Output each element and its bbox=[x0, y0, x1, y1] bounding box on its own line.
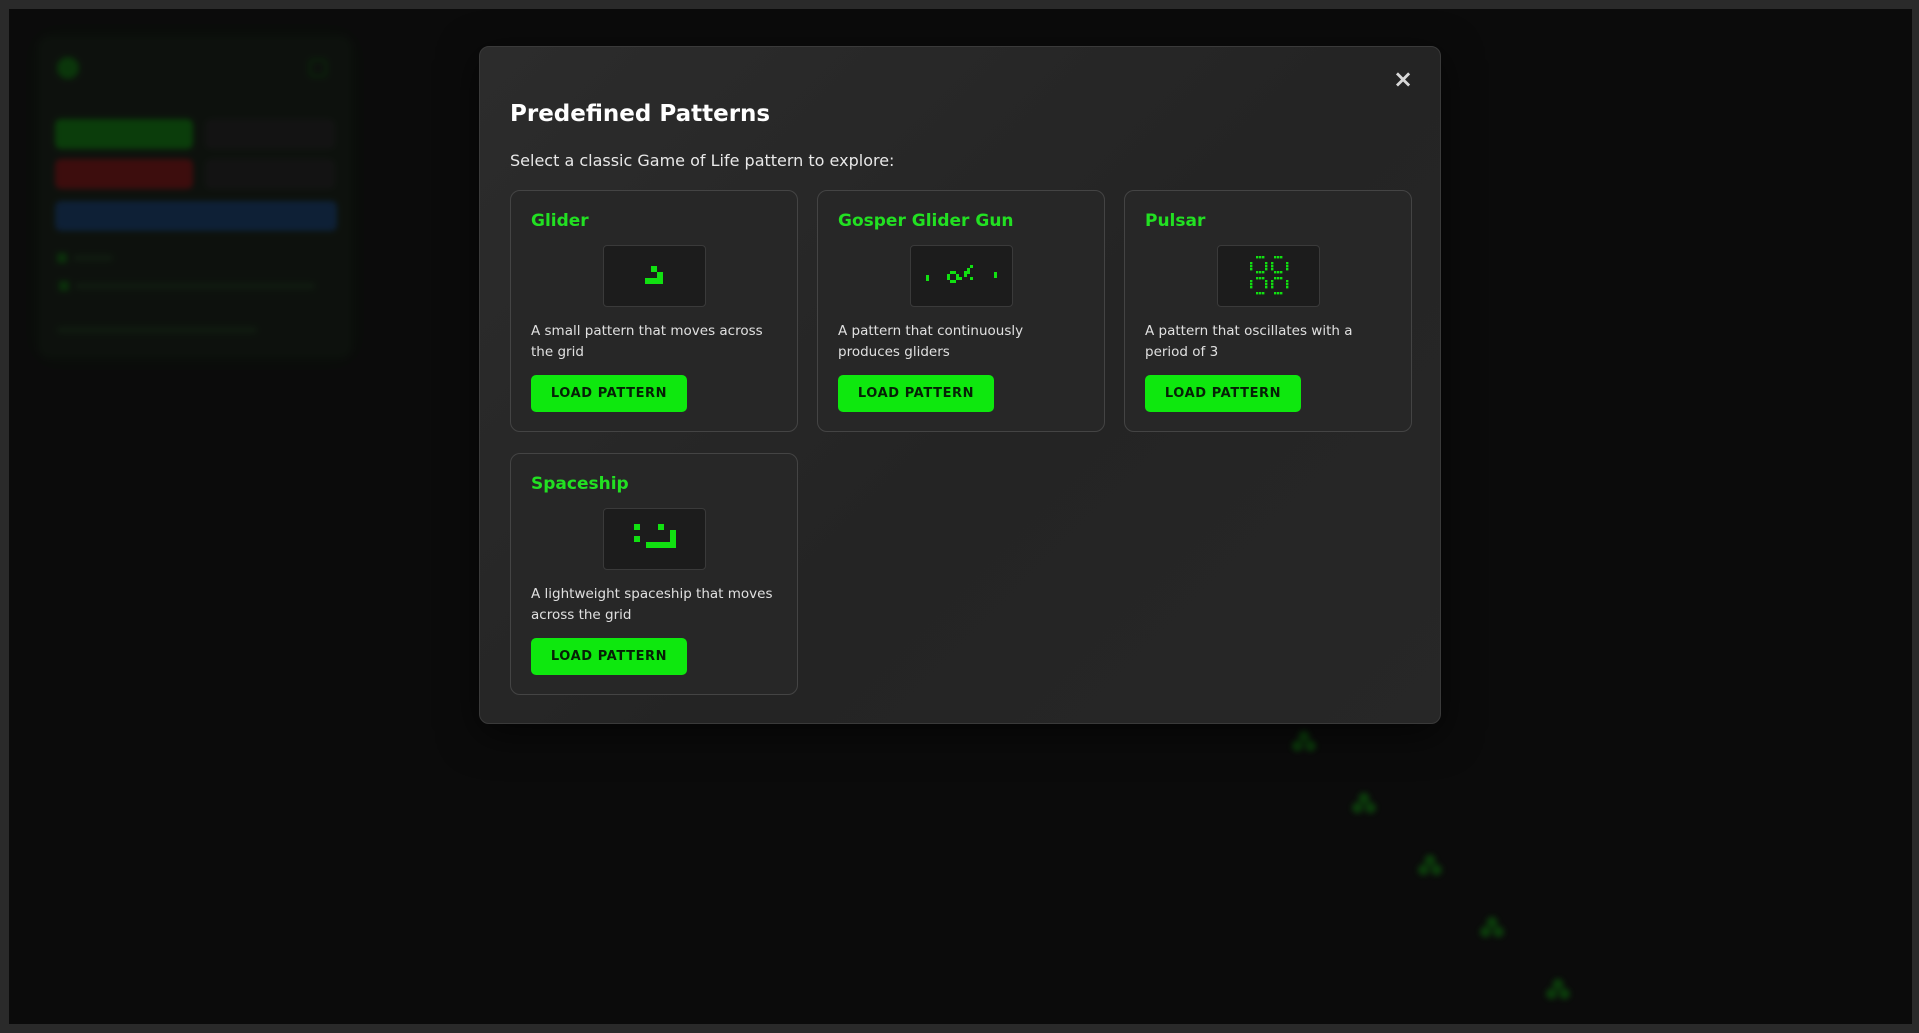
background-status-line bbox=[73, 255, 113, 261]
pattern-card-pulsar: Pulsar A pattern that oscillates with a … bbox=[1124, 190, 1412, 432]
background-patterns-button bbox=[55, 201, 337, 231]
load-pattern-button[interactable]: LOAD PATTERN bbox=[838, 375, 994, 412]
pulsar-cell bbox=[1271, 283, 1274, 286]
pulsar-cell bbox=[1280, 256, 1283, 259]
pulsar-cell bbox=[1277, 271, 1280, 274]
pulsar-cell bbox=[1250, 283, 1253, 286]
background-glider-cells bbox=[1291, 729, 1317, 753]
background-clear-button bbox=[55, 159, 193, 189]
pulsar-cell bbox=[1280, 277, 1283, 280]
pattern-preview-pulsar bbox=[1217, 245, 1320, 307]
pattern-description: A pattern that continuously produces gli… bbox=[838, 323, 1024, 360]
pulsar-cell bbox=[1286, 280, 1289, 283]
background-glider-cells bbox=[1479, 915, 1505, 939]
pulsar-cell bbox=[1277, 292, 1280, 295]
close-icon[interactable]: × bbox=[1392, 67, 1414, 91]
pulsar-cell bbox=[1274, 277, 1277, 280]
pulsar-cell bbox=[1277, 256, 1280, 259]
pattern-title: Pulsar bbox=[1145, 211, 1206, 231]
pulsar-cell bbox=[1286, 268, 1289, 271]
pulsar-cell bbox=[1286, 286, 1289, 289]
patterns-modal: × Predefined Patterns Select a classic G… bbox=[479, 46, 1441, 724]
pulsar-cell bbox=[1265, 280, 1268, 283]
pulsar-cell bbox=[1259, 256, 1262, 259]
glider-preview-graphic bbox=[645, 266, 663, 284]
pulsar-cell bbox=[1277, 277, 1280, 280]
background-status-dot bbox=[57, 253, 67, 263]
pulsar-cell bbox=[1250, 262, 1253, 265]
pattern-title: Glider bbox=[531, 211, 589, 231]
pulsar-cell bbox=[1265, 268, 1268, 271]
pulsar-cell bbox=[1262, 271, 1265, 274]
pulsar-cell bbox=[1265, 262, 1268, 265]
pattern-preview-spaceship bbox=[603, 508, 706, 570]
pulsar-cell bbox=[1271, 280, 1274, 283]
pulsar-cell bbox=[1271, 286, 1274, 289]
background-settings-icon bbox=[309, 59, 327, 77]
pattern-preview-gosper-glider-gun bbox=[910, 245, 1013, 307]
background-random-button bbox=[205, 159, 335, 189]
pattern-description: A pattern that oscillates with a period … bbox=[1145, 323, 1353, 360]
pattern-card-glider: Glider A small pattern that moves across… bbox=[510, 190, 798, 432]
pattern-card-gosper-glider-gun: Gosper Glider Gun A pattern that continu… bbox=[817, 190, 1105, 432]
background-start-button bbox=[55, 119, 193, 149]
background-glider-cells bbox=[1545, 977, 1571, 1001]
pulsar-cell bbox=[1280, 292, 1283, 295]
pattern-title: Spaceship bbox=[531, 474, 629, 494]
pattern-description: A lightweight spaceship that moves acros… bbox=[531, 586, 773, 623]
modal-title: Predefined Patterns bbox=[510, 101, 771, 127]
background-footer-line bbox=[57, 327, 257, 333]
background-glider-cells bbox=[1351, 791, 1377, 815]
pattern-card-spaceship: Spaceship A lightweight spaceship that m… bbox=[510, 453, 798, 695]
pulsar-cell bbox=[1286, 265, 1289, 268]
pattern-description: A small pattern that moves across the gr… bbox=[531, 323, 763, 360]
pulsar-cell bbox=[1265, 286, 1268, 289]
background-control-panel bbox=[39, 37, 351, 357]
load-pattern-button[interactable]: LOAD PATTERN bbox=[531, 375, 687, 412]
pulsar-cell bbox=[1250, 280, 1253, 283]
pulsar-cell bbox=[1259, 292, 1262, 295]
pulsar-cell bbox=[1271, 265, 1274, 268]
pulsar-cell bbox=[1262, 256, 1265, 259]
pulsar-cell bbox=[1262, 277, 1265, 280]
background-step-button bbox=[205, 119, 335, 149]
pulsar-cell bbox=[1259, 277, 1262, 280]
pulsar-cell bbox=[1250, 286, 1253, 289]
pulsar-cell bbox=[1280, 271, 1283, 274]
pulsar-cell bbox=[1256, 271, 1259, 274]
background-glider-cells bbox=[1417, 853, 1443, 877]
pulsar-cell bbox=[1271, 268, 1274, 271]
app-viewport: × Predefined Patterns Select a classic G… bbox=[9, 9, 1912, 1024]
pulsar-cell bbox=[1274, 271, 1277, 274]
pulsar-cell bbox=[1271, 262, 1274, 265]
pattern-preview-glider bbox=[603, 245, 706, 307]
background-logo bbox=[57, 57, 79, 79]
pulsar-cell bbox=[1256, 277, 1259, 280]
load-pattern-button[interactable]: LOAD PATTERN bbox=[531, 638, 687, 675]
pulsar-cell bbox=[1274, 292, 1277, 295]
spaceship-preview-graphic bbox=[634, 524, 676, 548]
pattern-title: Gosper Glider Gun bbox=[838, 211, 1014, 231]
pulsar-cell bbox=[1250, 268, 1253, 271]
pulsar-cell bbox=[1250, 265, 1253, 268]
gosper-preview-graphic bbox=[926, 265, 997, 283]
background-slider-handle bbox=[59, 281, 69, 291]
pulsar-cell bbox=[1286, 262, 1289, 265]
pulsar-cell bbox=[1274, 256, 1277, 259]
pulsar-cell bbox=[1262, 292, 1265, 295]
pulsar-cell bbox=[1286, 283, 1289, 286]
load-pattern-button[interactable]: LOAD PATTERN bbox=[1145, 375, 1301, 412]
pulsar-cell bbox=[1256, 256, 1259, 259]
pulsar-cell bbox=[1265, 265, 1268, 268]
background-slider-track bbox=[75, 283, 315, 289]
pulsar-cell bbox=[1259, 271, 1262, 274]
pulsar-preview-graphic bbox=[1250, 256, 1289, 295]
pulsar-cell bbox=[1256, 292, 1259, 295]
pulsar-cell bbox=[1265, 283, 1268, 286]
modal-subtitle: Select a classic Game of Life pattern to… bbox=[510, 151, 895, 170]
